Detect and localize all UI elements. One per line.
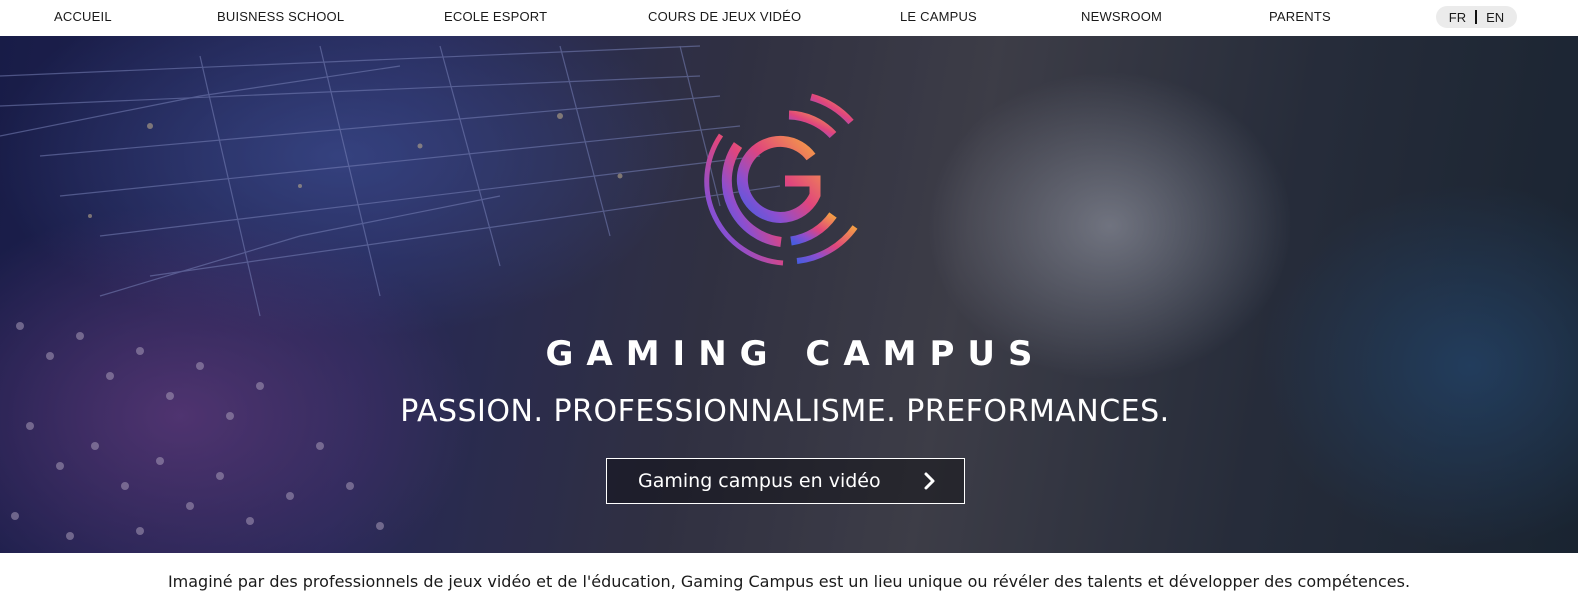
nav-link-accueil[interactable]: ACCUEIL (54, 9, 112, 24)
top-navigation: ACCUEIL BUISNESS SCHOOL ECOLE ESPORT COU… (0, 0, 1578, 36)
hero-tagline: PASSION. PROFESSIONNALISME. PREFORMANCES… (400, 394, 1170, 429)
language-en[interactable]: EN (1477, 10, 1513, 25)
watch-video-button[interactable]: Gaming campus en vidéo (606, 458, 965, 504)
nav-link-ecole-esport[interactable]: ECOLE ESPORT (444, 9, 547, 24)
nav-link-cours-jeux-video[interactable]: COURS DE JEUX VIDÉO (648, 9, 801, 24)
brand-name: GAMING CAMPUS (545, 334, 1046, 374)
nav-link-newsroom[interactable]: NEWSROOM (1081, 9, 1162, 24)
hero-banner: GAMING CAMPUS PASSION. PROFESSIONNALISME… (0, 36, 1578, 553)
language-fr[interactable]: FR (1440, 10, 1475, 25)
nav-link-business-school[interactable]: BUISNESS SCHOOL (217, 9, 344, 24)
nav-link-le-campus[interactable]: LE CAMPUS (900, 9, 977, 24)
chevron-right-icon (924, 472, 935, 490)
watch-video-label: Gaming campus en vidéo (638, 470, 881, 492)
nav-link-parents[interactable]: PARENTS (1269, 9, 1331, 24)
language-switcher: FR EN (1436, 6, 1517, 28)
intro-text: Imaginé par des professionnels de jeux v… (167, 572, 1411, 591)
gaming-campus-logo-icon (704, 93, 858, 266)
